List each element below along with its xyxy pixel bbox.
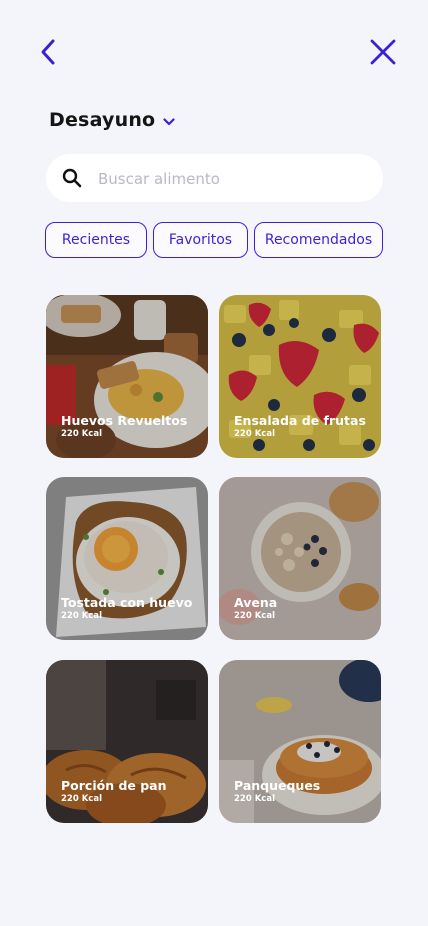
food-kcal: 220 Kcal — [61, 429, 102, 439]
food-name: Tostada con huevo — [61, 595, 193, 610]
food-kcal: 220 Kcal — [61, 794, 102, 804]
filter-favoritos[interactable]: Favoritos — [153, 222, 248, 258]
search-icon[interactable] — [62, 168, 82, 188]
food-kcal: 220 Kcal — [234, 429, 275, 439]
meal-type-selector[interactable]: Desayuno — [49, 106, 175, 134]
food-card-ensalada-de-frutas[interactable]: Ensalada de frutas 220 Kcal — [219, 295, 381, 458]
filter-recomendados[interactable]: Recomendados — [254, 222, 383, 258]
search-input[interactable] — [96, 154, 370, 204]
food-card-avena[interactable]: Avena 220 Kcal — [219, 477, 381, 640]
food-name: Panqueques — [234, 778, 321, 793]
food-card-tostada-con-huevo[interactable]: Tostada con huevo 220 Kcal — [46, 477, 208, 640]
food-card-porcion-de-pan[interactable]: Porción de pan 220 Kcal — [46, 660, 208, 823]
food-name: Huevos Revueltos — [61, 413, 188, 428]
chevron-left-icon — [41, 39, 55, 65]
back-button[interactable] — [36, 38, 60, 66]
food-name: Ensalada de frutas — [234, 413, 366, 428]
filter-recientes[interactable]: Recientes — [45, 222, 147, 258]
food-card-huevos-revueltos[interactable]: Huevos Revueltos 220 Kcal — [46, 295, 208, 458]
food-name: Porción de pan — [61, 778, 167, 793]
food-kcal: 220 Kcal — [234, 611, 275, 621]
food-card-panqueques[interactable]: Panqueques 220 Kcal — [219, 660, 381, 823]
food-kcal: 220 Kcal — [61, 611, 102, 621]
food-kcal: 220 Kcal — [234, 794, 275, 804]
meal-title: Desayuno — [49, 109, 156, 131]
close-icon — [370, 39, 396, 65]
search-bar — [46, 154, 383, 204]
food-name: Avena — [234, 595, 278, 610]
close-button[interactable] — [368, 37, 398, 67]
chevron-down-icon — [163, 118, 175, 126]
top-bar — [0, 0, 428, 100]
